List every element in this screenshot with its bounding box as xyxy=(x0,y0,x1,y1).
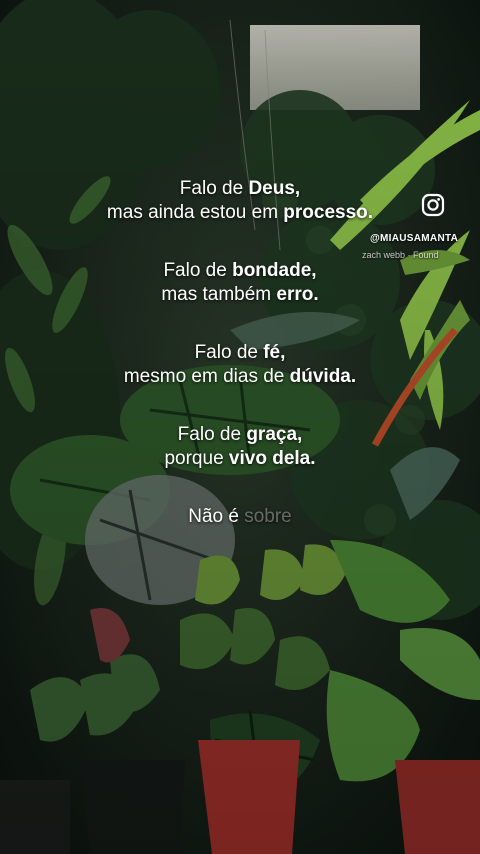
quote-line: Falo de fé, xyxy=(194,342,286,363)
quote-stanza-1: Falo de Deus, mas ainda estou em process… xyxy=(0,177,480,225)
quote-line: porque vivo dela. xyxy=(164,448,316,469)
quote-line: Falo de bondade, xyxy=(163,260,317,281)
quote-line: Falo de Deus, xyxy=(179,178,301,199)
music-credit: zach webb · Found xyxy=(362,250,439,260)
quote-line: mesmo em dias de dúvida. xyxy=(123,366,357,387)
instagram-handle: @MIAUSAMANTA xyxy=(370,233,459,244)
quote-stanza-2: Falo de bondade, mas também erro. xyxy=(0,259,480,307)
instagram-icon xyxy=(421,193,445,217)
quote-line: mas também erro. xyxy=(161,284,319,305)
quote-line: Não é sobre xyxy=(188,506,292,527)
quote-stanza-3: Falo de fé, mesmo em dias de dúvida. xyxy=(0,341,480,389)
quote-fading-line: Não é sobre xyxy=(0,505,480,529)
quote-line: Falo de graça, xyxy=(177,424,303,445)
quote-line: mas ainda estou em processo. xyxy=(106,202,374,223)
quote-stanza-4: Falo de graça, porque vivo dela. xyxy=(0,423,480,471)
